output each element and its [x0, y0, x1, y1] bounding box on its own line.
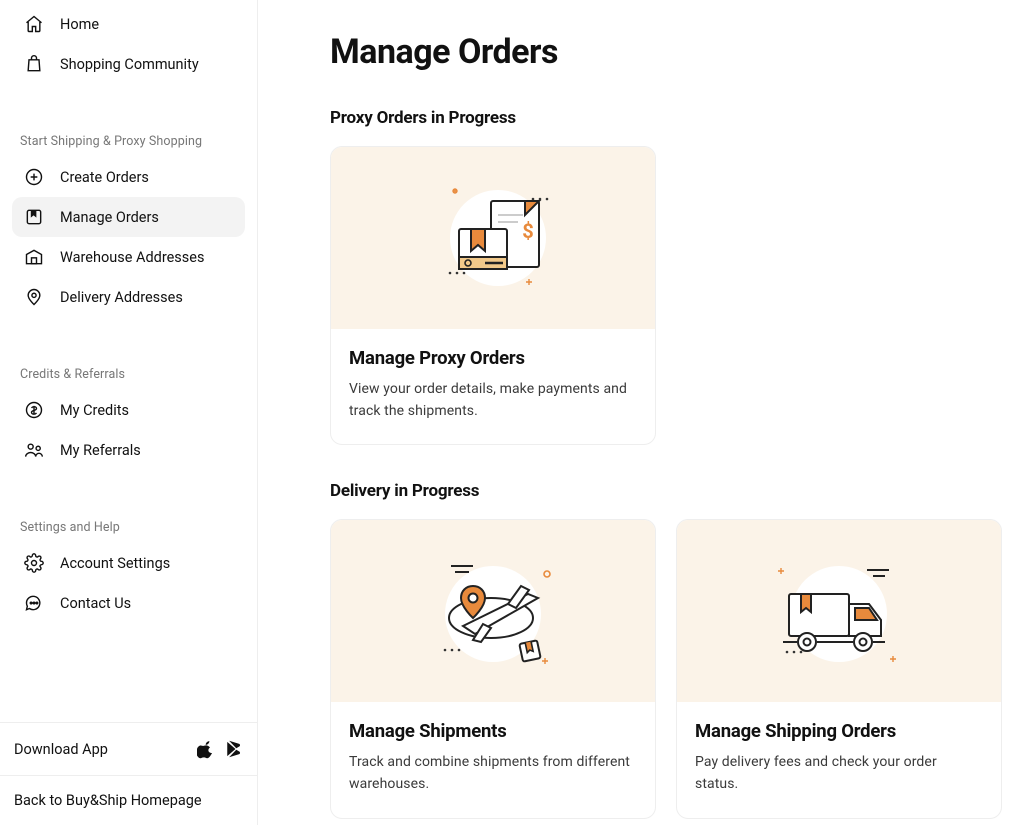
- back-to-homepage-link[interactable]: Back to Buy&Ship Homepage: [0, 776, 257, 825]
- sidebar-item-label: Delivery Addresses: [60, 289, 183, 306]
- card-desc: Pay delivery fees and check your order s…: [695, 752, 983, 795]
- sidebar: Home Shopping Community Start Shipping &…: [0, 0, 258, 825]
- cards-row-proxy: $ Manage Proxy Orders View your order de…: [330, 146, 1004, 445]
- main-content: Manage Orders Proxy Orders in Progress $: [258, 0, 1024, 825]
- download-app-label: Download App: [14, 741, 108, 758]
- sidebar-item-manage-orders[interactable]: Manage Orders: [12, 197, 245, 237]
- card-manage-shipments[interactable]: Manage Shipments Track and combine shipm…: [330, 519, 656, 818]
- card-desc: Track and combine shipments from differe…: [349, 752, 637, 795]
- apple-icon: [197, 739, 215, 759]
- shipping-orders-illustration: [677, 520, 1001, 702]
- sidebar-item-label: Shopping Community: [60, 56, 199, 73]
- sidebar-item-home[interactable]: Home: [12, 4, 245, 44]
- google-play-icon: [225, 739, 243, 759]
- section-title-proxy: Proxy Orders in Progress: [330, 108, 1004, 128]
- bag-icon: [24, 54, 44, 74]
- card-manage-proxy-orders[interactable]: $ Manage Proxy Orders View your order de…: [330, 146, 656, 445]
- sidebar-item-label: Create Orders: [60, 169, 149, 186]
- box-bookmark-icon: [24, 207, 44, 227]
- sidebar-item-label: Warehouse Addresses: [60, 249, 204, 266]
- sidebar-section-title: Start Shipping & Proxy Shopping: [12, 120, 245, 157]
- home-icon: [24, 14, 44, 34]
- sidebar-item-label: My Credits: [60, 402, 129, 419]
- sidebar-item-label: My Referrals: [60, 442, 141, 459]
- card-title: Manage Proxy Orders: [349, 347, 637, 369]
- card-title: Manage Shipping Orders: [695, 720, 983, 742]
- sidebar-item-contact-us[interactable]: Contact Us: [12, 583, 245, 623]
- plus-circle-icon: [24, 167, 44, 187]
- sidebar-item-warehouse-addresses[interactable]: Warehouse Addresses: [12, 237, 245, 277]
- sidebar-section-title: Settings and Help: [12, 506, 245, 543]
- referrals-icon: [24, 440, 44, 460]
- chat-icon: [24, 593, 44, 613]
- credits-icon: [24, 400, 44, 420]
- sidebar-item-label: Manage Orders: [60, 209, 159, 226]
- download-app-link[interactable]: Download App: [0, 723, 257, 776]
- sidebar-item-label: Home: [60, 16, 99, 33]
- sidebar-item-delivery-addresses[interactable]: Delivery Addresses: [12, 277, 245, 317]
- homepage-label: Back to Buy&Ship Homepage: [14, 792, 202, 809]
- sidebar-item-create-orders[interactable]: Create Orders: [12, 157, 245, 197]
- svg-text:$: $: [522, 219, 533, 243]
- sidebar-footer: Download App Back to Buy&Ship Homepage: [0, 722, 257, 825]
- sidebar-section-title: Credits & Referrals: [12, 353, 245, 390]
- sidebar-item-label: Contact Us: [60, 595, 131, 612]
- sidebar-item-my-referrals[interactable]: My Referrals: [12, 430, 245, 470]
- card-desc: View your order details, make payments a…: [349, 379, 637, 422]
- section-title-delivery: Delivery in Progress: [330, 481, 1004, 501]
- pin-icon: [24, 287, 44, 307]
- sidebar-item-label: Account Settings: [60, 555, 170, 572]
- warehouse-icon: [24, 247, 44, 267]
- proxy-orders-illustration: $: [331, 147, 655, 329]
- page-title: Manage Orders: [330, 32, 1004, 72]
- shipments-illustration: [331, 520, 655, 702]
- sidebar-item-my-credits[interactable]: My Credits: [12, 390, 245, 430]
- sidebar-item-account-settings[interactable]: Account Settings: [12, 543, 245, 583]
- card-manage-shipping-orders[interactable]: Manage Shipping Orders Pay delivery fees…: [676, 519, 1002, 818]
- cards-row-delivery: Manage Shipments Track and combine shipm…: [330, 519, 1004, 818]
- card-title: Manage Shipments: [349, 720, 637, 742]
- gear-icon: [24, 553, 44, 573]
- sidebar-item-shopping-community[interactable]: Shopping Community: [12, 44, 245, 84]
